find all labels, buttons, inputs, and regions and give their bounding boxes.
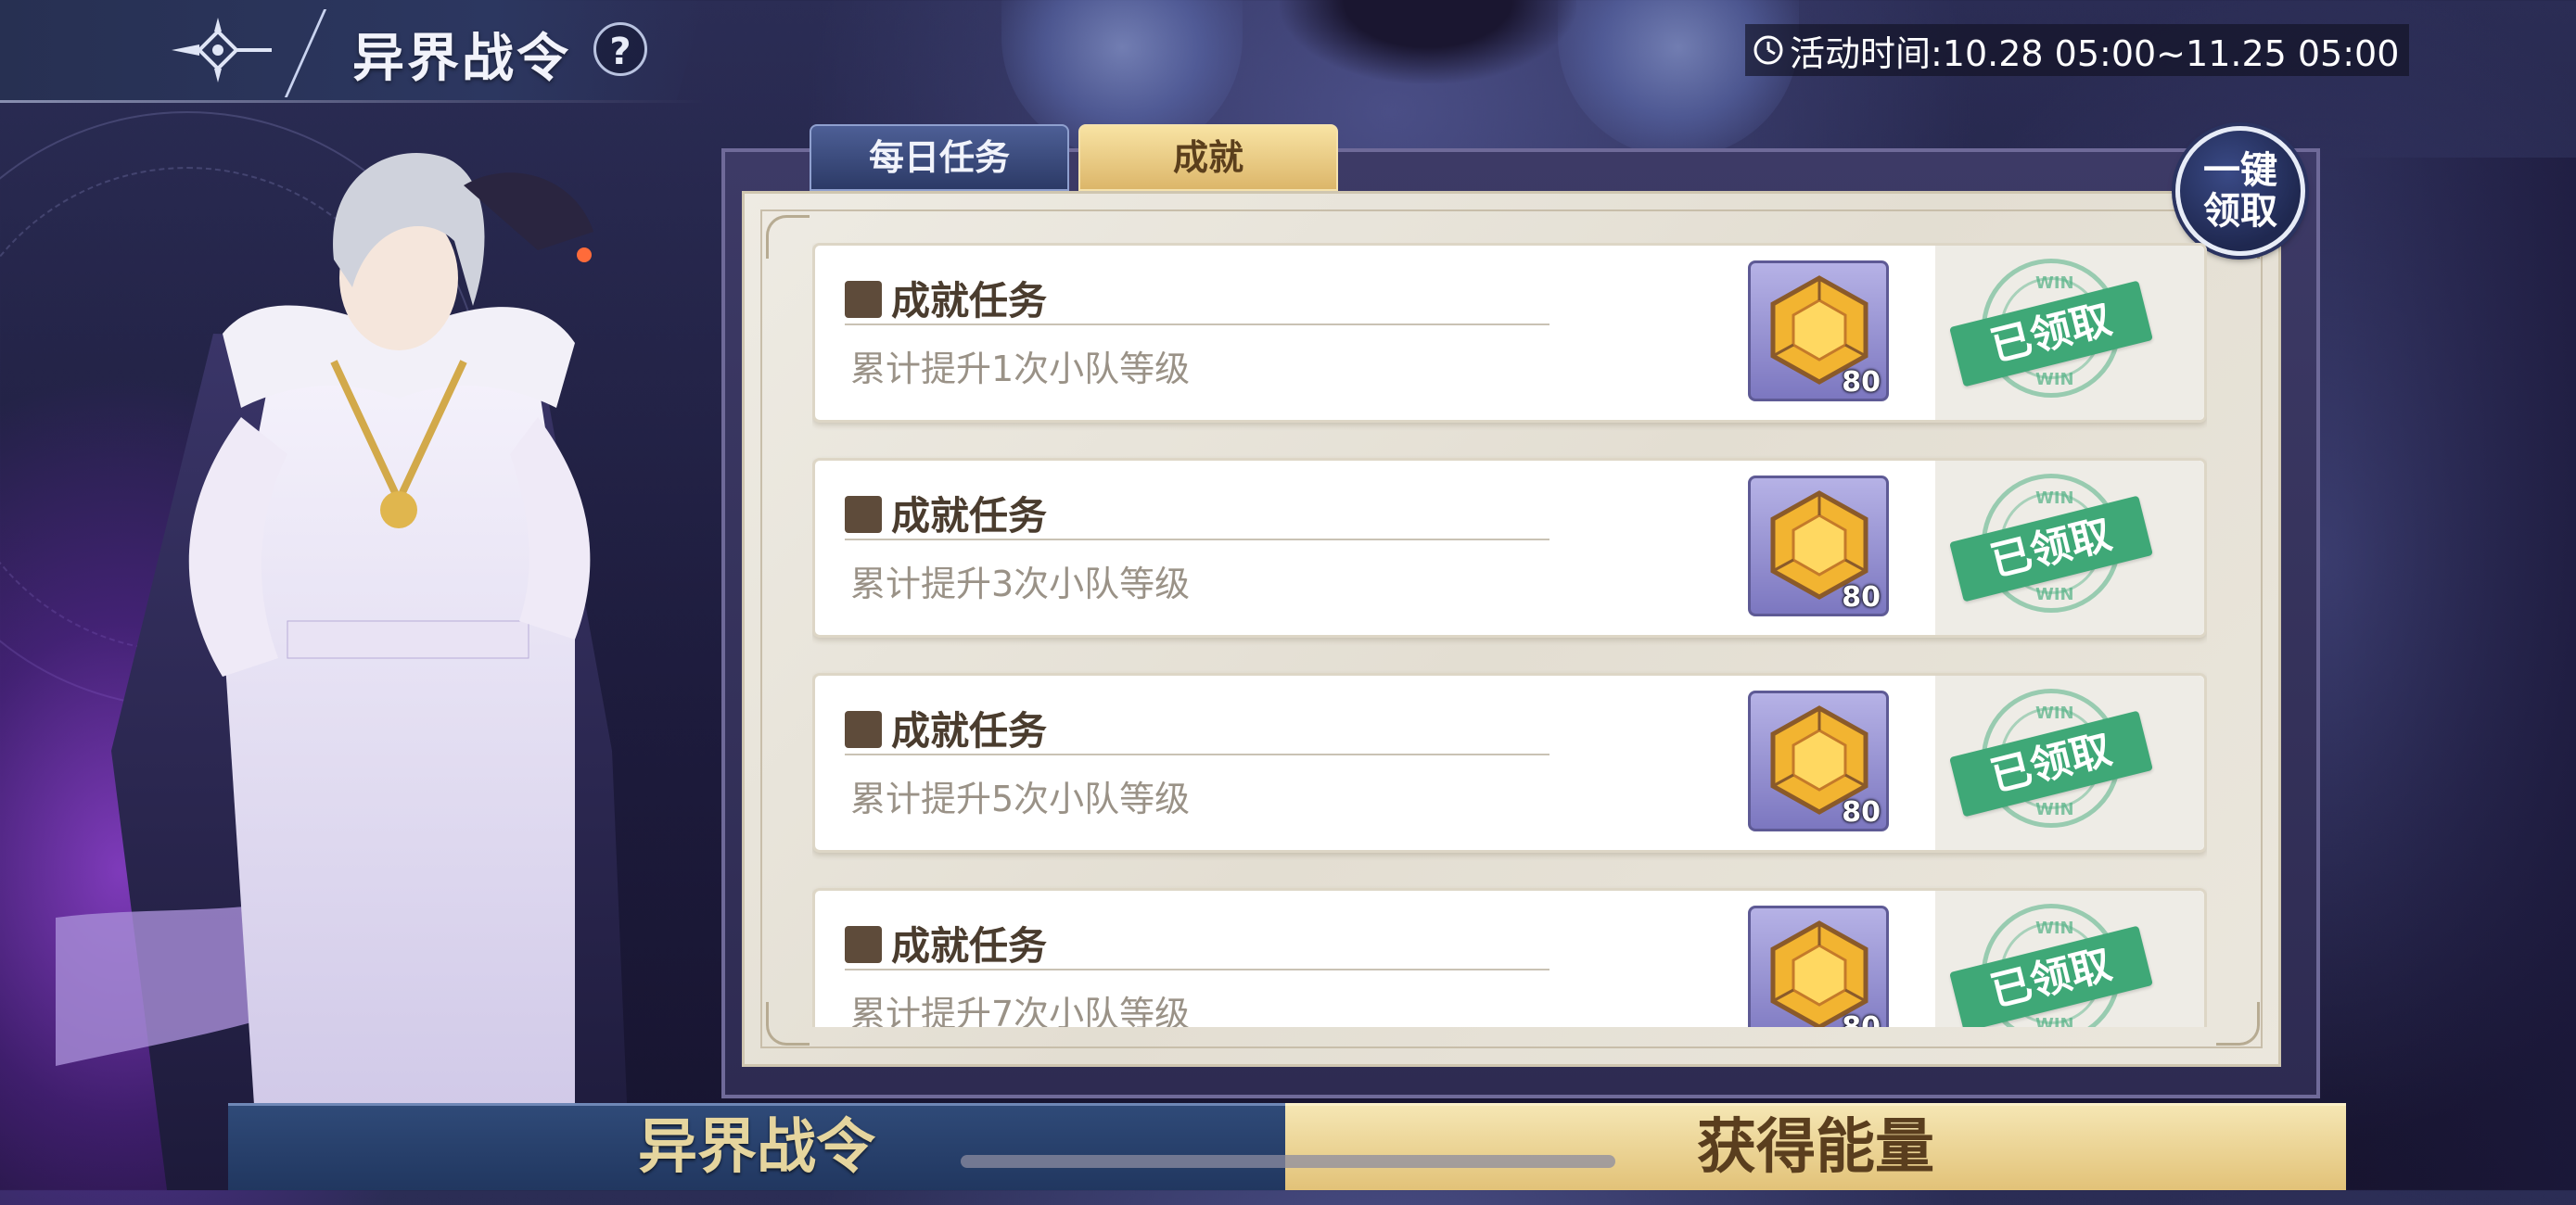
task-description: 累计提升5次小队等级 <box>850 779 1191 819</box>
task-title: 成就任务 <box>891 923 1048 969</box>
panel-corner-ornament <box>2216 1002 2260 1046</box>
stamp-win-text: WIN <box>2035 704 2074 723</box>
reward-item[interactable]: 80 <box>1748 260 1889 401</box>
reward-count: 80 <box>1842 796 1881 829</box>
claim-all-button[interactable]: 一键 领取 <box>2175 126 2305 256</box>
reward-item[interactable]: 80 <box>1748 906 1889 1027</box>
claimed-stamp: WIN WIN 已领取 <box>1949 689 2153 837</box>
task-divider <box>845 754 1549 755</box>
reward-count: 80 <box>1842 1011 1881 1027</box>
stamp-win-text: WIN <box>2035 585 2074 604</box>
reward-count: 80 <box>1842 366 1881 399</box>
activity-time-text: 活动时间:10.28 05:00~11.25 05:00 <box>1790 32 2400 74</box>
task-diamond-icon <box>845 496 882 533</box>
claimed-stamp: WIN WIN 已领取 <box>1949 474 2153 622</box>
claimed-stamp: WIN WIN 已领取 <box>1949 904 2153 1027</box>
task-title: 成就任务 <box>891 708 1048 754</box>
task-row: 成就任务 累计提升7次小队等级 80 WIN WIN 已领取 <box>812 888 2207 1027</box>
bottom-tab-gain-energy[interactable]: 获得能量 <box>1285 1103 2346 1190</box>
character-illustration <box>56 152 631 1190</box>
claimed-stamp: WIN WIN 已领取 <box>1949 259 2153 407</box>
help-button[interactable]: ? <box>593 22 647 76</box>
bottom-tab-battle-pass[interactable]: 异界战令 <box>228 1103 1285 1190</box>
stamp-win-text: WIN <box>2035 1015 2074 1027</box>
stamp-win-text: WIN <box>2035 919 2074 938</box>
task-description: 累计提升3次小队等级 <box>850 564 1191 604</box>
claim-all-label-line2: 领取 <box>2203 190 2277 233</box>
panel-corner-ornament <box>766 215 810 259</box>
clock-icon <box>1753 35 1783 65</box>
claim-all-label-line1: 一键 <box>2203 149 2277 192</box>
task-diamond-icon <box>845 926 882 963</box>
task-title: 成就任务 <box>891 278 1048 323</box>
stamp-win-text: WIN <box>2035 273 2074 293</box>
activity-time-box: 活动时间:10.28 05:00~11.25 05:00 <box>1745 24 2409 76</box>
task-divider <box>845 539 1549 540</box>
reward-item[interactable]: 80 <box>1748 691 1889 831</box>
stamp-win-text: WIN <box>2035 800 2074 819</box>
background-right-shade <box>2335 158 2576 1190</box>
stamp-win-text: WIN <box>2035 488 2074 508</box>
task-row: 成就任务 累计提升1次小队等级 80 WIN WIN 已领取 <box>812 243 2207 423</box>
background-chandelier <box>1280 0 1576 83</box>
task-description: 累计提升7次小队等级 <box>850 994 1191 1027</box>
star-logo-icon <box>172 18 272 82</box>
tab-achievements[interactable]: 成就 <box>1078 124 1338 191</box>
task-description: 累计提升1次小队等级 <box>850 349 1191 389</box>
page-title: 异界战令 <box>352 29 571 89</box>
task-divider <box>845 969 1549 970</box>
tab-daily-tasks[interactable]: 每日任务 <box>810 124 1069 191</box>
task-title: 成就任务 <box>891 493 1048 539</box>
task-list[interactable]: 成就任务 累计提升1次小队等级 80 WIN WIN 已领取 成就任务 累计提升… <box>812 243 2207 1027</box>
reward-item[interactable]: 80 <box>1748 476 1889 616</box>
reward-count: 80 <box>1842 581 1881 614</box>
panel-corner-ornament <box>766 1002 810 1046</box>
home-indicator[interactable] <box>961 1155 1615 1168</box>
task-row: 成就任务 累计提升3次小队等级 80 WIN WIN 已领取 <box>812 458 2207 638</box>
stamp-win-text: WIN <box>2035 370 2074 389</box>
task-row: 成就任务 累计提升5次小队等级 80 WIN WIN 已领取 <box>812 673 2207 853</box>
task-diamond-icon <box>845 281 882 318</box>
task-divider <box>845 323 1549 325</box>
task-diamond-icon <box>845 711 882 748</box>
